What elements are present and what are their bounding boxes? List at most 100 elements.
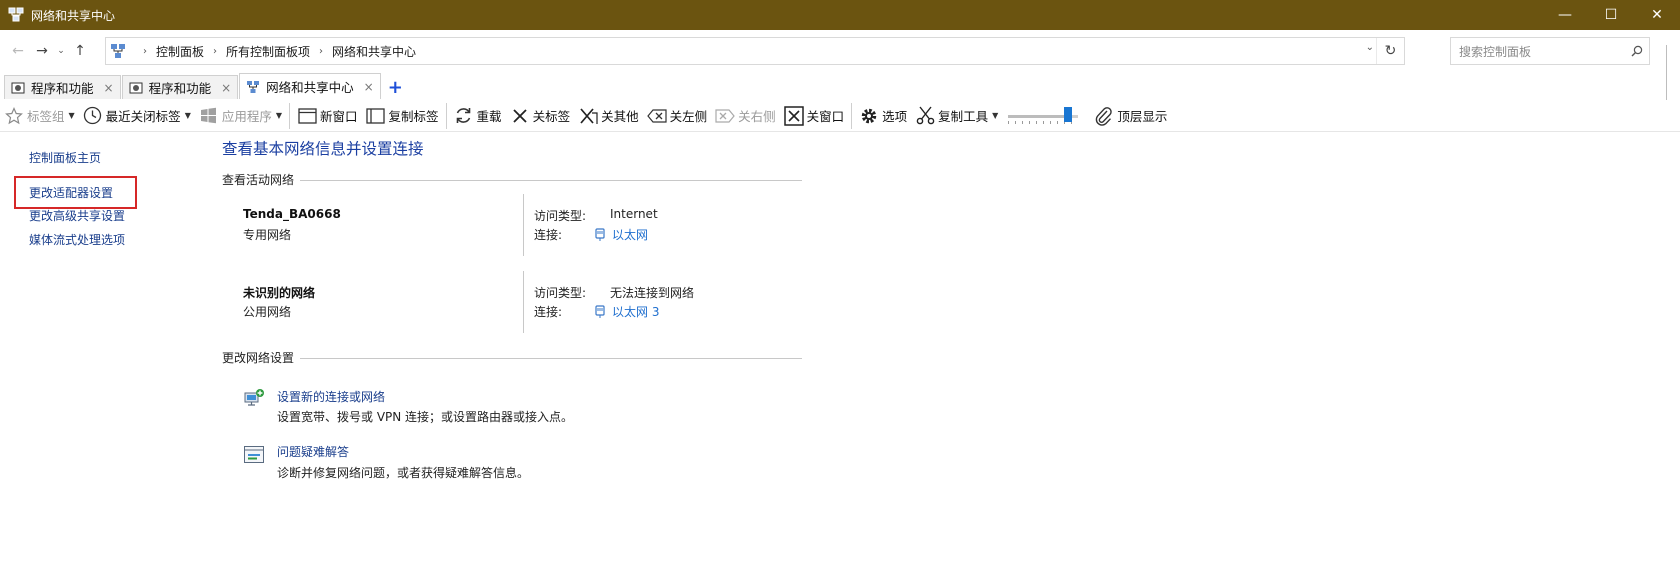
- recent-closed-label: 最近关闭标签: [105, 109, 181, 124]
- control-panel-location-icon: [111, 44, 125, 58]
- address-bar-row: ← → ⌄ ↑ › 控制面板 › 所有控制面板项 › 网络和共享中心 ⌄ ↻ 搜…: [0, 30, 1680, 72]
- network-divider: [523, 194, 524, 256]
- access-type-label: 访问类型:: [534, 209, 587, 223]
- close-left-button[interactable]: 关左侧: [643, 101, 712, 131]
- new-tab-plus-icon[interactable]: +: [388, 77, 403, 98]
- apps-label: 应用程序: [221, 109, 272, 124]
- task-description: 诊断并修复网络问题，或者获得疑难解答信息。: [277, 466, 530, 480]
- access-type-label: 访问类型:: [534, 286, 587, 300]
- minimize-button[interactable]: —: [1542, 0, 1588, 30]
- breadcrumb-control-panel[interactable]: 控制面板: [156, 43, 204, 60]
- search-box[interactable]: 搜索控制面板: [1450, 37, 1650, 65]
- toolbar-divider: [851, 102, 853, 129]
- toolbar-divider: [445, 102, 447, 129]
- section-title-text: 更改网络设置: [222, 351, 295, 365]
- copy-tab-icon: [366, 106, 386, 126]
- section-title-text: 查看活动网络: [222, 173, 295, 187]
- media-streaming-options-link[interactable]: 媒体流式处理选项: [29, 231, 125, 248]
- tab-network-center[interactable]: 网络和共享中心 ×: [239, 73, 381, 99]
- close-button[interactable]: ✕: [1634, 0, 1680, 30]
- section-divider: [300, 358, 802, 359]
- back-arrow-icon[interactable]: ←: [6, 37, 30, 65]
- clock-icon: [83, 106, 103, 126]
- close-tab-label: 关标签: [532, 109, 571, 124]
- network-center-icon: [247, 80, 260, 93]
- close-right-label: 关右侧: [738, 109, 776, 124]
- new-connection-icon: [244, 389, 264, 406]
- ethernet-connection-link[interactable]: 以太网: [594, 226, 648, 243]
- network-name: 未识别的网络: [243, 286, 316, 300]
- slider-thumb[interactable]: [1064, 106, 1073, 122]
- setup-new-connection-link[interactable]: 设置新的连接或网络: [277, 388, 385, 405]
- reload-button[interactable]: 重载: [450, 101, 506, 131]
- forward-arrow-icon[interactable]: →: [30, 37, 54, 65]
- tag-group-label: 标签组: [27, 109, 65, 124]
- options-button[interactable]: 选项: [855, 101, 911, 131]
- troubleshoot-icon: [244, 446, 264, 463]
- address-dropdown-chevron-icon[interactable]: ⌄: [1366, 42, 1374, 53]
- topmost-label: 顶层显示: [1117, 109, 1168, 124]
- tab-programs-1[interactable]: 程序和功能 ×: [4, 75, 121, 99]
- network-type-link[interactable]: 专用网络: [243, 226, 291, 243]
- tab-close-icon[interactable]: ×: [104, 81, 114, 95]
- control-panel-home-link[interactable]: 控制面板主页: [29, 149, 101, 166]
- connection-value: 以太网: [612, 228, 649, 242]
- scissors-icon: [915, 106, 935, 126]
- apps-button[interactable]: 应用程序 ▼: [195, 101, 286, 131]
- breadcrumb-separator-icon: ›: [143, 45, 147, 57]
- task-description: 设置宽带、拨号或 VPN 连接；或设置路由器或接入点。: [277, 410, 574, 424]
- slider-fill: [1008, 114, 1065, 118]
- tab-programs-2[interactable]: 程序和功能 ×: [121, 75, 239, 99]
- tag-group-button[interactable]: 标签组 ▼: [0, 101, 79, 131]
- address-box[interactable]: › 控制面板 › 所有控制面板项 › 网络和共享中心 ⌄ ↻: [105, 37, 1405, 65]
- troubleshoot-link[interactable]: 问题疑难解答: [277, 443, 349, 460]
- close-right-button[interactable]: 关右侧: [711, 101, 780, 131]
- network-divider: [523, 271, 524, 333]
- breadcrumb-current[interactable]: 网络和共享中心: [332, 43, 416, 60]
- close-window-icon: [783, 105, 804, 126]
- new-window-label: 新窗口: [320, 109, 358, 124]
- breadcrumb-all-items[interactable]: 所有控制面板项: [226, 43, 310, 60]
- close-others-button[interactable]: 关其他: [574, 101, 643, 131]
- tab-bar: 程序和功能 × 程序和功能 × 网络和共享中心 × +: [0, 73, 1680, 99]
- close-others-icon: [578, 106, 598, 126]
- new-window-button[interactable]: 新窗口: [293, 101, 362, 131]
- tab-label: 程序和功能: [148, 81, 212, 96]
- copy-tool-label: 复制工具: [938, 109, 989, 124]
- network-type-link[interactable]: 公用网络: [243, 303, 291, 320]
- tab-close-icon[interactable]: ×: [364, 80, 374, 94]
- close-left-icon: [646, 106, 667, 126]
- star-icon: [4, 106, 24, 126]
- close-window-button[interactable]: 关窗口: [780, 101, 849, 131]
- network-name: Tenda_BA0668: [243, 207, 341, 221]
- dropdown-arrow-icon: ▼: [275, 111, 283, 120]
- windows-logo-icon: [199, 106, 219, 126]
- close-left-label: 关左侧: [669, 109, 708, 124]
- reload-label: 重载: [476, 109, 502, 124]
- up-arrow-icon[interactable]: ↑: [68, 37, 92, 65]
- copy-tool-button[interactable]: 复制工具 ▼: [911, 101, 1002, 131]
- tab-close-icon[interactable]: ×: [221, 81, 231, 95]
- copy-tab-button[interactable]: 复制标签: [362, 101, 443, 131]
- dropdown-arrow-icon: ▼: [68, 111, 75, 120]
- page-title: 查看基本网络信息并设置连接: [222, 140, 424, 158]
- search-icon[interactable]: [1625, 45, 1649, 57]
- recent-closed-tabs-button[interactable]: 最近关闭标签 ▼: [79, 101, 195, 131]
- change-advanced-sharing-link[interactable]: 更改高级共享设置: [29, 207, 125, 224]
- close-tab-button[interactable]: 关标签: [506, 101, 575, 131]
- gear-icon: [859, 106, 879, 126]
- connection-label: 连接:: [534, 305, 563, 319]
- paperclip-icon: [1094, 106, 1114, 126]
- maximize-button[interactable]: ☐: [1588, 0, 1634, 30]
- main-content: 查看基本网络信息并设置连接 查看活动网络 Tenda_BA0668 专用网络 访…: [222, 132, 802, 562]
- breadcrumb-separator-icon: ›: [213, 45, 218, 57]
- new-window-icon: [297, 106, 317, 126]
- recent-locations-chevron-icon[interactable]: ⌄: [54, 37, 68, 65]
- refresh-icon[interactable]: ↻: [1376, 38, 1404, 64]
- ethernet-3-connection-link[interactable]: 以太网 3: [594, 303, 659, 320]
- dropdown-arrow-icon: ▼: [992, 111, 999, 120]
- search-input[interactable]: 搜索控制面板: [1459, 43, 1625, 60]
- opacity-slider[interactable]: [1008, 106, 1084, 126]
- copy-tab-label: 复制标签: [388, 109, 439, 124]
- topmost-button[interactable]: 顶层显示: [1090, 101, 1171, 131]
